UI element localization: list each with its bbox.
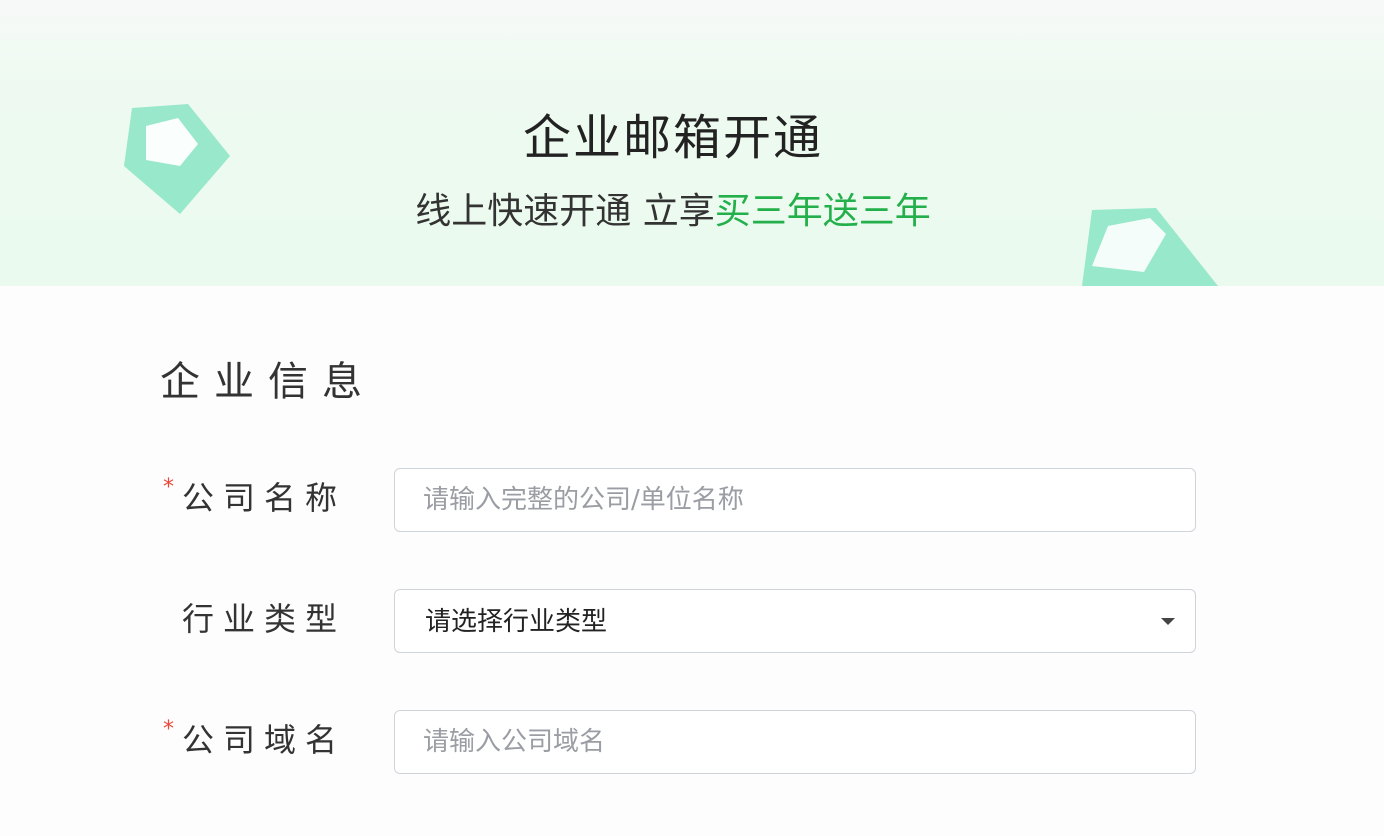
promo-highlight: 买三年送三年	[714, 191, 931, 232]
required-marker: *	[163, 717, 174, 742]
hero-subtitle: 线上快速开通 立享买三年送三年	[0, 188, 1346, 236]
company-name-input[interactable]	[394, 468, 1196, 532]
industry-type-select[interactable]: 请选择行业类型	[394, 589, 1196, 653]
company-domain-label: 公司域名	[182, 721, 347, 759]
industry-type-label: 行业类型	[182, 600, 347, 638]
subtitle-text: 线上快速开通 立享	[415, 191, 715, 232]
company-domain-row: * 公司域名	[0, 710, 1384, 776]
industry-type-value: 请选择行业类型	[425, 607, 608, 637]
section-title: 企业信息	[160, 359, 376, 405]
caret-down-icon	[1161, 618, 1175, 625]
company-name-label: 公司名称	[182, 479, 347, 517]
hero-banner: 企业邮箱开通 线上快速开通 立享买三年送三年	[0, 0, 1384, 286]
industry-type-row: 行业类型 请选择行业类型	[0, 589, 1384, 655]
company-domain-input[interactable]	[394, 710, 1196, 774]
required-marker: *	[163, 475, 174, 500]
email-signup-page: 企业邮箱开通 线上快速开通 立享买三年送三年 企业信息 * 公司名称 行业类型 …	[0, 0, 1384, 836]
company-name-row: * 公司名称	[0, 468, 1384, 534]
page-title: 企业邮箱开通	[522, 110, 823, 166]
